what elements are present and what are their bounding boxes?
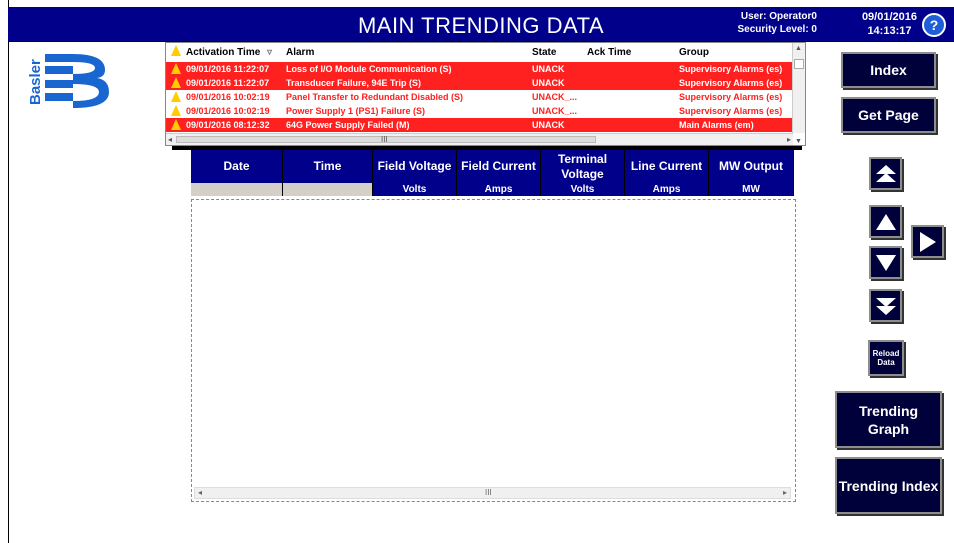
alarm-time: 09/01/2016 08:12:32	[186, 120, 270, 130]
alarm-text: Loss of I/O Module Communication (S)	[286, 64, 452, 74]
alarm-text: 64G Power Supply Failed (M)	[286, 120, 410, 130]
alarm-group: Supervisory Alarms (es)	[679, 64, 783, 74]
alarm-warning-icon	[171, 45, 181, 56]
col-line-current[interactable]: Line Current	[625, 150, 709, 183]
alarm-text: Transducer Failure, 94E Trip (S)	[286, 78, 422, 88]
double-up-icon	[875, 164, 896, 182]
col-mw-output[interactable]: MW Output	[709, 150, 794, 183]
alarm-text: Power Supply 1 (PS1) Failure (S)	[286, 106, 426, 116]
reload-data-button[interactable]: Reload Data	[868, 340, 904, 376]
alarm-text: Panel Transfer to Redundant Disabled (S)	[286, 92, 464, 102]
current-date: 09/01/2016	[861, 11, 917, 23]
unit-time	[283, 183, 373, 196]
user-name: User: Operator0	[740, 11, 817, 22]
row-up-button[interactable]	[869, 205, 902, 238]
alarm-group: Main Alarms (em)	[679, 120, 754, 130]
clock: 09/01/2016 14:13:17	[862, 10, 917, 38]
user-info: User: Operator0 Security Level: 0	[738, 10, 817, 36]
right-arrow-icon	[919, 231, 936, 252]
warning-icon	[171, 105, 181, 116]
alarm-row[interactable]: 09/01/2016 11:22:07 Transducer Failure, …	[166, 76, 793, 90]
up-arrow-icon	[875, 213, 896, 230]
security-level: Security Level: 0	[737, 24, 817, 35]
logo-b-icon	[45, 54, 109, 108]
title-bar: MAIN TRENDING DATA User: Operator0 Secur…	[8, 7, 954, 42]
row-down-button[interactable]	[869, 246, 902, 279]
trending-graph-button[interactable]: Trending Graph	[835, 391, 942, 448]
unit-mw-output: MW	[709, 183, 794, 196]
trend-table-body[interactable]: ◂ III ▸	[191, 199, 796, 502]
scroll-right-icon[interactable]: ▸	[783, 488, 787, 497]
table-horizontal-scrollbar[interactable]: ◂ III ▸	[194, 487, 791, 499]
get-page-button[interactable]: Get Page	[841, 97, 936, 133]
alarm-row[interactable]: 09/01/2016 08:12:32 64G Power Supply Fai…	[166, 118, 793, 132]
alarm-state: UNACK	[532, 78, 565, 88]
scroll-right-button[interactable]	[911, 225, 944, 258]
col-field-current[interactable]: Field Current	[457, 150, 541, 183]
page-down-button[interactable]	[869, 289, 902, 322]
alarm-group: Supervisory Alarms (es)	[679, 92, 783, 102]
warning-icon	[171, 119, 181, 130]
col-group[interactable]: Group	[679, 47, 709, 58]
alarm-state: UNACK	[532, 64, 565, 74]
col-date[interactable]: Date	[191, 150, 283, 183]
scroll-grip: III	[485, 488, 492, 497]
unit-terminal-voltage: Volts	[541, 183, 625, 196]
alarm-row[interactable]: 09/01/2016 10:02:19 Panel Transfer to Re…	[166, 90, 793, 104]
col-ack-time[interactable]: Ack Time	[587, 47, 631, 58]
warning-icon	[171, 77, 181, 88]
alarm-row[interactable]: 09/01/2016 11:22:07 Loss of I/O Module C…	[166, 62, 793, 76]
help-icon[interactable]: ?	[922, 13, 946, 37]
alarm-group: Supervisory Alarms (es)	[679, 106, 783, 116]
scroll-right-icon[interactable]: ▸	[787, 135, 791, 144]
double-down-icon	[875, 297, 896, 315]
alarm-header: Activation Time ▿ Alarm State Ack Time G…	[166, 43, 793, 61]
scroll-thumb[interactable]	[794, 59, 804, 69]
warning-icon	[171, 91, 181, 102]
unit-date	[191, 183, 283, 196]
col-activation-time[interactable]: Activation Time	[186, 47, 260, 58]
alarm-state: UNACK	[532, 120, 565, 130]
alarm-time: 09/01/2016 10:02:19	[186, 92, 270, 102]
scroll-down-icon[interactable]: ▼	[795, 138, 802, 145]
sort-icon: ▿	[267, 47, 273, 58]
scroll-left-icon[interactable]: ◂	[198, 488, 202, 497]
index-button[interactable]: Index	[841, 52, 936, 88]
trending-index-button[interactable]: Trending Index	[835, 457, 942, 514]
alarm-time: 09/01/2016 11:22:07	[186, 78, 270, 88]
alarm-horizontal-scrollbar[interactable]: ◂ III ▸	[166, 133, 793, 145]
col-time[interactable]: Time	[283, 150, 373, 183]
unit-field-voltage: Volts	[373, 183, 457, 196]
basler-logo: Basler	[27, 48, 127, 108]
alarm-vertical-scrollbar[interactable]: ▲ ▼	[792, 43, 805, 145]
alarm-state: UNACK_...	[532, 92, 578, 102]
col-alarm[interactable]: Alarm	[286, 47, 314, 58]
scroll-grip: III	[381, 135, 388, 144]
alarm-row[interactable]: 09/01/2016 10:02:19 Power Supply 1 (PS1)…	[166, 104, 793, 118]
current-time: 14:13:17	[867, 25, 912, 37]
alarm-time: 09/01/2016 10:02:19	[186, 106, 270, 116]
warning-icon	[171, 63, 181, 74]
alarm-state: UNACK_...	[532, 106, 578, 116]
unit-line-current: Amps	[625, 183, 709, 196]
scroll-up-icon[interactable]: ▲	[795, 45, 802, 52]
page-up-button[interactable]	[869, 157, 902, 190]
col-field-voltage[interactable]: Field Voltage	[373, 150, 457, 183]
col-state[interactable]: State	[532, 47, 556, 58]
down-arrow-icon	[875, 254, 896, 271]
alarm-group: Supervisory Alarms (es)	[679, 78, 783, 88]
alarm-list[interactable]: Activation Time ▿ Alarm State Ack Time G…	[165, 42, 806, 146]
unit-field-current: Amps	[457, 183, 541, 196]
alarm-time: 09/01/2016 11:22:07	[186, 64, 270, 74]
col-terminal-voltage[interactable]: Terminal Voltage	[541, 150, 625, 183]
scroll-left-icon[interactable]: ◂	[168, 135, 172, 144]
